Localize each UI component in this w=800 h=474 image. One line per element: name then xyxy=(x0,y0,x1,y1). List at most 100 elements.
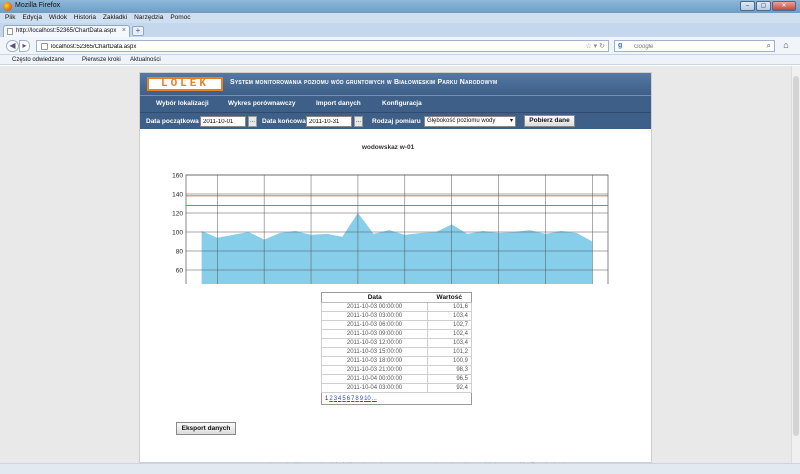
page-link[interactable]: 5 xyxy=(342,396,345,402)
cell-value: 102,7 xyxy=(427,320,472,330)
window-title: Mozilla Firefox xyxy=(15,2,61,9)
bookmark-star-reload-icons[interactable]: ☆ ▾ ↻ xyxy=(585,42,605,50)
menu-zakladki[interactable]: Zakładki xyxy=(103,14,127,21)
status-bar xyxy=(0,463,800,474)
page-link[interactable]: 2 xyxy=(329,396,332,402)
cell-date: 2011-10-04 00:00:00 xyxy=(321,374,428,384)
search-input[interactable] xyxy=(634,42,754,51)
close-window-button[interactable]: ✕ xyxy=(772,1,796,11)
export-data-button[interactable]: Eksport danych xyxy=(176,422,236,435)
menu-wykres-porownawczy[interactable]: Wykres porównawczy xyxy=(228,100,295,107)
bookmark-label: Często odwiedzane xyxy=(12,57,65,63)
menu-edycja[interactable]: Edycja xyxy=(22,14,42,21)
page-viewport: LOLEK System monitorowania poziomu wód g… xyxy=(0,66,800,463)
page-link[interactable]: 3 xyxy=(334,396,337,402)
close-tab-icon[interactable]: × xyxy=(122,27,126,34)
measurement-type-select[interactable]: Głębokość poziomu wody ▾ xyxy=(424,116,516,127)
menu-historia[interactable]: Historia xyxy=(74,14,96,21)
fetch-data-button[interactable]: Pobierz dane xyxy=(524,115,575,127)
address-bar[interactable]: ☆ ▾ ↻ xyxy=(36,40,609,52)
tab-chartdata[interactable]: http://localhost:52365/ChartData.aspx × xyxy=(3,25,130,37)
minimize-button[interactable]: – xyxy=(740,1,755,11)
bookmark-label: Aktualności xyxy=(130,57,161,63)
table-row: 2011-10-04 03:00:00 92,4 xyxy=(321,383,472,393)
menu-wybor-lokalizacji[interactable]: Wybór lokalizacji xyxy=(156,100,209,107)
cell-value: 101,2 xyxy=(427,347,472,357)
cell-date: 2011-10-03 21:00:00 xyxy=(321,365,428,375)
window-controls: – ▢ ✕ xyxy=(739,1,796,11)
page-current: 1 xyxy=(325,395,329,402)
measurement-type-label: Rodzaj pomiaru xyxy=(372,118,421,125)
window-titlebar: Mozilla Firefox – ▢ ✕ xyxy=(0,0,800,13)
table-row: 2011-10-03 18:00:00 100,9 xyxy=(321,356,472,366)
bookmark-aktualnosci[interactable]: Aktualności xyxy=(122,56,161,63)
table-row: 2011-10-03 00:00:00 101,6 xyxy=(321,302,472,312)
search-engine-icon[interactable]: g xyxy=(618,42,622,49)
rss-feed-icon xyxy=(122,56,128,62)
home-icon[interactable]: ⌂ xyxy=(779,40,793,52)
table-body: 2011-10-03 00:00:00 101,6 2011-10-03 03:00… xyxy=(321,302,472,405)
end-date-input[interactable] xyxy=(307,117,351,126)
table-pager: 12345678910... xyxy=(322,393,472,405)
page-link[interactable]: 7 xyxy=(351,396,354,402)
scrollbar-thumb[interactable] xyxy=(793,76,799,436)
cell-date: 2011-10-04 03:00:00 xyxy=(321,383,428,393)
cell-date: 2011-10-03 18:00:00 xyxy=(321,356,428,366)
page-link[interactable]: 10 xyxy=(364,396,371,402)
end-date-field[interactable] xyxy=(306,116,352,127)
menu-plik[interactable]: Plik xyxy=(5,14,15,21)
cell-value: 92,4 xyxy=(427,383,472,393)
y-tick-label: 140 xyxy=(172,192,183,199)
start-calendar-button[interactable]: ... xyxy=(248,116,257,127)
end-calendar-button[interactable]: ... xyxy=(354,116,363,127)
menu-import-danych[interactable]: Import danych xyxy=(316,100,361,107)
bookmark-pierwsze-kroki[interactable]: Pierwsze kroki xyxy=(74,56,121,63)
menu-pomoc[interactable]: Pomoc xyxy=(170,14,190,21)
page-link[interactable]: 6 xyxy=(347,396,350,402)
app-header: LOLEK System monitorowania poziomu wód g… xyxy=(140,73,651,95)
bookmark-label: Pierwsze kroki xyxy=(82,57,121,63)
cell-value: 102,4 xyxy=(427,329,472,339)
browser-menubar: Plik Edycja Widok Historia Zakładki Narz… xyxy=(0,13,800,23)
back-button[interactable]: ◀ xyxy=(6,40,19,52)
new-tab-button[interactable]: + xyxy=(132,26,144,36)
y-tick-label: 60 xyxy=(176,268,184,275)
app-title: System monitorowania poziomu wód gruntow… xyxy=(230,79,498,86)
y-tick-label: 160 xyxy=(172,173,183,180)
page-link[interactable]: 8 xyxy=(355,396,358,402)
search-icon[interactable]: ⌕ xyxy=(767,41,771,51)
y-tick-label: 100 xyxy=(172,230,183,237)
firefox-bookmark-icon xyxy=(74,56,80,62)
page-link[interactable]: 9 xyxy=(360,396,363,402)
column-header-data[interactable]: Data xyxy=(321,292,428,303)
forward-button[interactable]: ▸ xyxy=(19,40,30,52)
cell-value: 98,3 xyxy=(427,365,472,375)
chart-area: wodowskaz w-01 0204060801001201401602011… xyxy=(140,129,651,284)
cell-value: 103,4 xyxy=(427,338,472,348)
start-date-input[interactable] xyxy=(201,117,245,126)
start-date-field[interactable] xyxy=(200,116,246,127)
cell-date: 2011-10-03 09:00:00 xyxy=(321,329,428,339)
page-identity-icon xyxy=(41,43,48,50)
menu-widok[interactable]: Widok xyxy=(49,14,67,21)
water-level-chart: 0204060801001201401602011-10-042011-10-0… xyxy=(172,173,609,284)
url-input[interactable] xyxy=(51,42,551,51)
data-table: Data Wartość 2011-10-03 00:00:00 101,6 201… xyxy=(321,292,472,405)
menu-konfiguracja[interactable]: Konfiguracja xyxy=(382,100,422,107)
menu-narzedzia[interactable]: Narzędzia xyxy=(134,14,163,21)
cell-date: 2011-10-03 12:00:00 xyxy=(321,338,428,348)
page-link[interactable]: 4 xyxy=(338,396,341,402)
maximize-button[interactable]: ▢ xyxy=(756,1,771,11)
column-header-wartosc[interactable]: Wartość xyxy=(427,292,472,303)
search-box[interactable]: g ⌕ xyxy=(614,40,775,52)
page-link[interactable]: ... xyxy=(372,396,377,402)
y-tick-label: 120 xyxy=(172,211,183,218)
start-date-label: Data początkowa xyxy=(146,118,199,125)
bookmark-czesto-odwiedzane[interactable]: Często odwiedzane xyxy=(4,56,64,63)
cell-value: 101,6 xyxy=(427,302,472,312)
table-row: 2011-10-03 06:00:00 102,7 xyxy=(321,320,472,330)
cell-date: 2011-10-03 00:00:00 xyxy=(321,302,428,312)
cell-date: 2011-10-03 03:00:00 xyxy=(321,311,428,321)
vertical-scrollbar[interactable] xyxy=(791,66,800,463)
bookmark-folder-icon xyxy=(4,56,10,62)
